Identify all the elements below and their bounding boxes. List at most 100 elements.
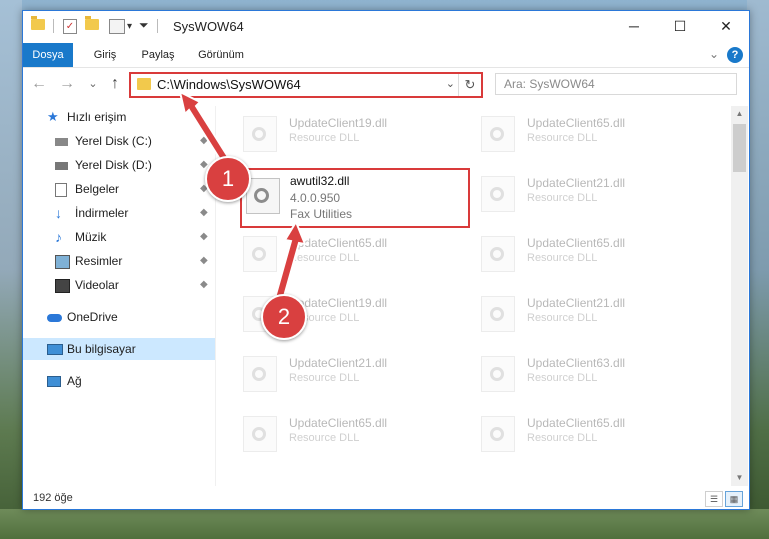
dll-file-icon [481,176,515,212]
file-name: UpdateClient65.dll [527,416,626,430]
sidebar-item-label: Bu bilgisayar [67,342,136,356]
pin-icon[interactable]: ◆ [200,226,208,248]
sidebar-item-videos[interactable]: Videolar ◆ [23,274,215,296]
sidebar-item-this-pc[interactable]: Bu bilgisayar [23,338,215,360]
scroll-down-icon[interactable]: ▼ [731,470,748,486]
videos-icon [55,279,70,293]
search-input[interactable]: Ara: SysWOW64 [495,73,737,95]
file-description: Resource DLL [527,252,598,264]
pictures-icon [55,255,70,269]
highlighted-file[interactable]: awutil32.dll 4.0.0.950 Fax Utilities [240,168,470,228]
status-bar: 192 öğe ☰ ▦ [23,489,749,509]
file-description: Resource DLL [527,312,598,324]
sidebar-item-label: Belgeler [75,182,120,196]
sidebar-item-pictures[interactable]: Resimler ◆ [23,250,215,272]
ribbon-tabs: Dosya Giriş Paylaş Görünüm ⌄ ? [23,43,749,68]
annotation-badge-1: 1 [205,156,251,202]
expand-ribbon-icon[interactable]: ⌄ [709,47,719,61]
file-description: Resource DLL [527,372,598,384]
downloads-icon: ↓ [55,205,62,221]
dll-file-icon [481,116,515,152]
desktop-wallpaper-right [747,0,769,539]
dll-file-icon [481,296,515,332]
folder-icon [31,16,45,30]
network-icon [47,376,61,387]
up-button[interactable]: ↑ [105,74,125,94]
sidebar-item-music[interactable]: ♪ Müzik ◆ [23,226,215,248]
sidebar-item-onedrive[interactable]: OneDrive [23,306,215,328]
pin-icon[interactable]: ◆ [200,250,208,272]
view-options-icon[interactable] [109,19,125,34]
chevron-down-icon[interactable]: ▾ [127,21,132,32]
documents-icon [55,183,67,197]
sidebar-item-label: İndirmeler [75,206,129,220]
list-item[interactable]: UpdateClient65.dll Resource DLL [223,232,443,272]
list-item[interactable]: UpdateClient65.dll Resource DLL [223,412,443,452]
desktop-wallpaper-left [0,0,22,539]
tab-view[interactable]: Görünüm [193,43,249,67]
pin-icon[interactable]: ◆ [200,202,208,224]
list-item[interactable]: UpdateClient21.dll Resource DLL [223,352,443,392]
file-name: UpdateClient65.dll [527,236,626,250]
list-item[interactable]: UpdateClient63.dll Resource DLL [461,352,681,392]
title-bar: ✓ ▾ ⏷ SysWOW64 ─ ☐ ✕ [23,11,749,43]
tiles-view-icon[interactable]: ▦ [725,491,743,507]
computer-icon [47,344,63,355]
list-item[interactable]: UpdateClient65.dll Resource DLL [461,232,681,272]
minimize-button[interactable]: ─ [611,11,657,41]
sidebar-item-label: Resimler [75,254,123,268]
scroll-up-icon[interactable]: ▲ [731,106,748,122]
list-item[interactable]: UpdateClient19.dll Resource DLL [223,292,443,332]
sidebar-item-local-disk-c[interactable]: Yerel Disk (C:) ◆ [23,130,215,152]
file-description: Fax Utilities [290,207,353,221]
back-button[interactable]: ← [29,74,49,94]
pin-icon[interactable]: ◆ [200,130,208,152]
address-bar[interactable]: C:\Windows\SysWOW64 ⌄ ↻ [129,72,483,98]
folder-icon [137,78,151,90]
tab-home[interactable]: Giriş [85,43,125,67]
dll-file-icon [481,356,515,392]
customize-toolbar-icon[interactable]: ⏷ [139,18,149,33]
file-name: UpdateClient65.dll [527,116,626,130]
sidebar-item-quick-access[interactable]: ★ Hızlı erişim [23,106,215,128]
sidebar-item-network[interactable]: Ağ [23,370,215,392]
recent-locations-button[interactable]: ⌄ [83,74,103,94]
file-description: Resource DLL [527,192,598,204]
address-dropdown-icon[interactable]: ⌄ [446,77,455,90]
dll-file-icon [243,116,277,152]
sidebar-item-documents[interactable]: Belgeler ◆ [23,178,215,200]
file-description: Resource DLL [527,432,598,444]
window-title: SysWOW64 [173,19,244,34]
list-item[interactable]: UpdateClient65.dll Resource DLL [461,412,681,452]
properties-check-icon[interactable]: ✓ [63,19,77,34]
list-item[interactable]: UpdateClient21.dll Resource DLL [461,292,681,332]
details-view-icon[interactable]: ☰ [705,491,723,507]
scroll-thumb[interactable] [733,124,746,172]
forward-button[interactable]: → [57,74,77,94]
new-folder-icon[interactable] [85,16,99,30]
music-icon: ♪ [55,229,62,245]
help-button[interactable]: ? [727,47,743,63]
sidebar-item-local-disk-d[interactable]: Yerel Disk (D:) ◆ [23,154,215,176]
sidebar-item-downloads[interactable]: ↓ İndirmeler ◆ [23,202,215,224]
file-description: Resource DLL [289,372,360,384]
tab-share[interactable]: Paylaş [135,43,181,67]
file-version: 4.0.0.950 [290,191,341,205]
file-name: awutil32.dll [290,174,350,188]
desktop-wallpaper-bottom [0,509,769,539]
file-description: Resource DLL [289,132,360,144]
refresh-button[interactable]: ↻ [458,74,481,96]
sidebar-item-label: OneDrive [67,310,118,324]
maximize-button[interactable]: ☐ [657,11,703,41]
list-item[interactable]: UpdateClient19.dll Resource DLL [223,112,443,152]
vertical-scrollbar[interactable]: ▲ ▼ [731,106,748,486]
drive-icon [55,162,68,170]
dll-file-icon [243,356,277,392]
list-item[interactable]: UpdateClient65.dll Resource DLL [461,112,681,152]
list-item[interactable]: UpdateClient21.dll Resource DLL [461,172,681,212]
file-description: Resource DLL [289,432,360,444]
tab-file[interactable]: Dosya [23,43,73,67]
close-button[interactable]: ✕ [703,11,749,41]
address-path[interactable]: C:\Windows\SysWOW64 [157,77,301,92]
pin-icon[interactable]: ◆ [200,274,208,296]
